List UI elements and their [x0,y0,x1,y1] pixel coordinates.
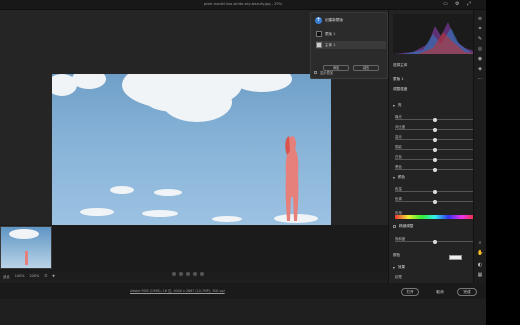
mask-item-label: 蒙版 1 [325,31,336,36]
slider-knob[interactable] [433,199,437,204]
done-button[interactable]: 完成 [457,288,477,296]
layout-icon[interactable]: ▭ [443,2,448,7]
filmstrip-thumbnail[interactable] [0,226,52,269]
more-icon[interactable]: ⋯ [477,76,483,82]
edit-icon[interactable]: ≡ [477,16,483,22]
slider-knob[interactable] [433,167,437,172]
slider-knob[interactable] [433,189,437,194]
color-section-title[interactable]: 颜色 [398,175,405,180]
slider-knob[interactable] [433,157,437,162]
filmstrip [0,225,388,272]
effects-section-title[interactable]: 效果 [398,265,405,270]
title-bar: pixel-model-lisa-white-sky-beauty.jpg - … [0,0,486,10]
saturation-slider[interactable]: 饱和度 0 [395,236,481,244]
fine-adjust-label: 精细调整 [399,224,414,228]
subject-person [285,136,299,221]
view-dot[interactable] [200,272,204,276]
mask-icon[interactable]: ◎ [477,46,483,52]
slider-knob[interactable] [433,137,437,142]
slider-row[interactable]: 色调0 [395,196,481,204]
create-mask-label[interactable]: 创建新蒙版 [325,18,343,23]
mask-panel: + 创建新蒙版 蒙版 1 主体 1 添加 减去 [310,12,388,79]
heal-icon[interactable]: ✎ [477,36,483,42]
slider-row[interactable]: 对比度0 [395,124,481,132]
mask-item[interactable]: 蒙版 1 [316,30,386,38]
file-info-link[interactable]: Adobe RGB (1998); 16 位; 4000 x 2667 (10.… [130,288,225,293]
chevron-down-icon[interactable]: ▾ [393,176,395,180]
slider-row[interactable]: 高光0 [395,134,481,142]
view-dot[interactable] [186,272,190,276]
window-title: pixel-model-lisa-white-sky-beauty.jpg - … [203,2,283,6]
tool-rail: ≡ ⌗ ✎ ◎ ◉ ◈ ⋯ ⌕ ✋ ◐ ▦ [473,10,486,283]
slider-knob[interactable] [433,127,437,132]
color-label: 颜色 [393,253,401,257]
zoom-100[interactable]: 100% [15,274,25,278]
subtract-button[interactable]: 减去 [353,65,379,71]
view-dots [172,272,204,276]
histogram [393,14,483,54]
texture-label: 纹理 [395,275,402,279]
view-dot[interactable] [193,272,197,276]
amount-label: 调整强度 [393,87,408,91]
overlay-toggle[interactable]: 显示叠加 [314,70,333,75]
cancel-button[interactable]: 取消 [431,288,449,296]
color-swatch[interactable] [449,255,462,260]
mask-thumbnail [316,31,322,37]
slider-row[interactable]: 阴影0 [395,144,481,152]
overlay-label: 显示叠加 [320,71,334,75]
slider-row[interactable]: 白色0 [395,154,481,162]
redeye-icon[interactable]: ◉ [477,56,483,62]
texture-slider[interactable]: 纹理 0 [395,274,481,282]
open-button[interactable]: 打开 [401,288,419,296]
view-dot[interactable] [179,272,183,276]
grid-icon[interactable]: ☰ [44,274,47,278]
mask-thumbnail [316,42,322,48]
add-mask-icon[interactable]: + [315,17,322,24]
edit-panel: 选择主体 编辑 蒙版 1 调整强度 ▾ 亮 曝光0.00对比度0高光0阴影0白色… [388,10,486,283]
slider-row[interactable]: 曝光0.00 [395,114,481,122]
fullscreen-icon[interactable]: ⤢ [467,2,472,7]
grid-overlay-icon[interactable]: ▦ [477,272,483,278]
mask-name-label: 蒙版 1 [393,77,404,81]
fine-adjust-checkbox[interactable] [393,225,396,228]
zoom-icon[interactable]: ⌕ [477,240,483,246]
slider-knob[interactable] [433,117,437,122]
hue-bar[interactable] [395,215,475,219]
slider-row[interactable]: 色温0 [395,186,481,194]
zoom-fit[interactable]: 适合 [3,274,10,279]
light-section-title[interactable]: 亮 [398,103,402,108]
mask-item-label: 主体 1 [325,42,336,47]
slider-knob[interactable] [433,147,437,152]
toggle-icon[interactable]: ◐ [477,262,483,268]
mask-item[interactable]: 主体 1 [316,41,386,49]
filter-icon[interactable]: ▼ [52,274,55,278]
slider-row[interactable]: 黑色0 [395,164,481,172]
chevron-down-icon[interactable]: ▾ [393,266,395,270]
crop-icon[interactable]: ⌗ [477,26,483,32]
select-subject-label[interactable]: 选择主体 [393,63,407,68]
main-photo[interactable] [52,74,331,225]
settings-icon[interactable]: ⚙ [455,2,460,7]
zoom-200[interactable]: 200% [29,274,39,278]
chevron-down-icon[interactable]: ▾ [393,104,395,108]
presets-icon[interactable]: ◈ [477,66,483,72]
hand-icon[interactable]: ✋ [477,250,483,256]
camera-raw-window: pixel-model-lisa-white-sky-beauty.jpg - … [0,0,486,325]
overlay-checkbox[interactable] [314,71,317,74]
view-dot[interactable] [172,272,176,276]
